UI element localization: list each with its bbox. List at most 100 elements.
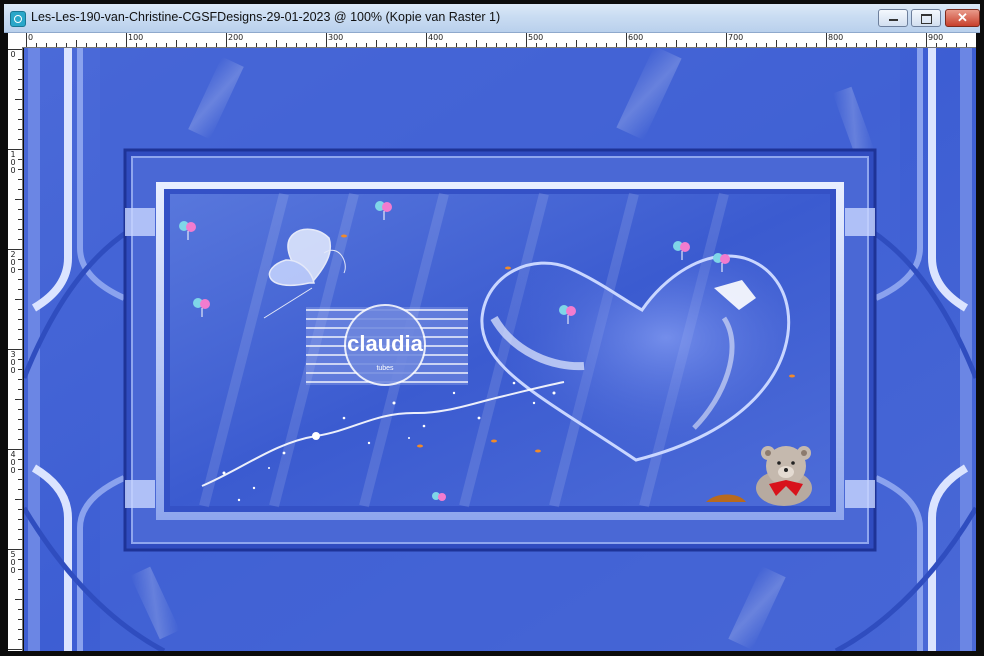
- ruler-tick: [426, 33, 427, 47]
- ruler-tick: [8, 649, 22, 650]
- ruler-tick: [946, 43, 947, 47]
- ruler-tick: [526, 33, 527, 47]
- ruler-tick: [226, 33, 227, 47]
- ruler-tick: [18, 519, 22, 520]
- ruler-tick: [18, 459, 22, 460]
- ruler-tick: [18, 629, 22, 630]
- ruler-tick: [806, 43, 807, 47]
- ruler-label: 100: [128, 33, 144, 42]
- ruler-tick: [76, 40, 77, 47]
- horizontal-ruler[interactable]: 0 100 200 300 400 500 600 700 800 900: [24, 33, 976, 48]
- ruler-tick: [316, 43, 317, 47]
- ruler-tick: [66, 43, 67, 47]
- ruler-label: 900: [928, 33, 944, 42]
- close-button[interactable]: ✕: [945, 9, 980, 27]
- ruler-tick: [166, 43, 167, 47]
- ruler-tick: [18, 529, 22, 530]
- ruler-tick: [15, 299, 22, 300]
- ruler-tick: [306, 43, 307, 47]
- ruler-tick: [18, 359, 22, 360]
- ruler-tick: [18, 109, 22, 110]
- ruler-tick: [18, 79, 22, 80]
- title-bar[interactable]: Les-Les-190-van-Christine-CGSFDesigns-29…: [4, 4, 980, 33]
- ruler-tick: [726, 33, 727, 47]
- ruler-tick: [326, 33, 327, 47]
- ruler-tick: [18, 139, 22, 140]
- ruler-tick: [18, 319, 22, 320]
- ruler-tick: [636, 43, 637, 47]
- ruler-tick: [156, 43, 157, 47]
- ruler-tick: [536, 43, 537, 47]
- image-window: Les-Les-190-van-Christine-CGSFDesigns-29…: [0, 0, 984, 656]
- ruler-tick: [96, 43, 97, 47]
- minimize-button[interactable]: [878, 9, 908, 27]
- ruler-tick: [596, 43, 597, 47]
- maximize-button[interactable]: [911, 9, 941, 27]
- ruler-tick: [516, 43, 517, 47]
- ruler-tick: [18, 219, 22, 220]
- image-canvas[interactable]: claudia tubes: [24, 48, 976, 651]
- ruler-tick: [556, 43, 557, 47]
- ruler-tick: [886, 43, 887, 47]
- ruler-tick: [236, 43, 237, 47]
- ruler-tick: [18, 59, 22, 60]
- ruler-tick: [966, 43, 967, 47]
- ruler-tick: [906, 43, 907, 47]
- ruler-tick: [18, 179, 22, 180]
- ruler-tick: [18, 509, 22, 510]
- ruler-tick: [286, 43, 287, 47]
- ruler-tick: [18, 639, 22, 640]
- ruler-tick: [246, 43, 247, 47]
- ruler-tick: [716, 43, 717, 47]
- ruler-label: 400: [10, 450, 16, 475]
- frame-tab-right-top: [845, 208, 875, 236]
- close-icon: ✕: [957, 10, 968, 25]
- ruler-tick: [18, 589, 22, 590]
- ruler-label: 800: [828, 33, 844, 42]
- ruler-label: 500: [10, 550, 16, 575]
- ruler-tick: [206, 43, 207, 47]
- ruler-tick: [356, 43, 357, 47]
- ruler-tick: [18, 289, 22, 290]
- ruler-tick: [396, 43, 397, 47]
- ruler-tick: [416, 43, 417, 47]
- ruler-tick: [606, 43, 607, 47]
- ruler-tick: [936, 43, 937, 47]
- ruler-tick: [196, 43, 197, 47]
- ruler-tick: [776, 40, 777, 47]
- ruler-label: 700: [728, 33, 744, 42]
- ruler-tick: [18, 129, 22, 130]
- paintshop-pro-icon: [10, 11, 26, 27]
- ruler-tick: [18, 239, 22, 240]
- ruler-tick: [486, 43, 487, 47]
- ruler-tick: [266, 43, 267, 47]
- ruler-tick: [176, 40, 177, 47]
- vertical-ruler[interactable]: 0 100 200 300 400 500: [8, 47, 23, 651]
- ruler-tick: [18, 419, 22, 420]
- ruler-tick: [566, 43, 567, 47]
- minimize-icon: [889, 19, 898, 21]
- ruler-tick: [756, 43, 757, 47]
- ruler-tick: [846, 43, 847, 47]
- ruler-tick: [18, 439, 22, 440]
- ruler-tick: [766, 43, 767, 47]
- ruler-label: 600: [628, 33, 644, 42]
- ruler-tick: [106, 43, 107, 47]
- ruler-corner: [8, 33, 24, 48]
- ruler-tick: [126, 33, 127, 47]
- ruler-tick: [18, 389, 22, 390]
- ruler-label: 200: [228, 33, 244, 42]
- ruler-tick: [446, 43, 447, 47]
- ruler-tick: [696, 43, 697, 47]
- ruler-tick: [18, 609, 22, 610]
- ruler-tick: [376, 40, 377, 47]
- ruler-tick: [18, 69, 22, 70]
- frame-tab-right-bottom: [845, 480, 875, 508]
- ruler-tick: [15, 399, 22, 400]
- ruler-tick: [18, 169, 22, 170]
- claudia-watermark: claudia tubes: [306, 304, 468, 386]
- ruler-tick: [18, 479, 22, 480]
- maximize-icon: [921, 14, 932, 24]
- ruler-tick: [36, 43, 37, 47]
- ruler-tick: [856, 43, 857, 47]
